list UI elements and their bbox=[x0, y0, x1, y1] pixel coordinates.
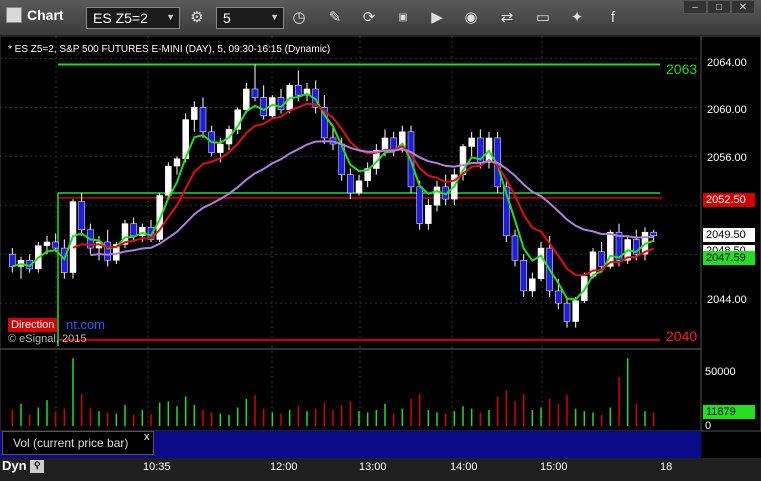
refresh-icon[interactable]: ⟳ bbox=[356, 7, 382, 29]
candle-body bbox=[52, 241, 59, 249]
close-study-icon[interactable]: x bbox=[144, 431, 150, 443]
direction-link[interactable]: nt.com bbox=[66, 317, 105, 332]
twitter-icon[interactable]: ✦ bbox=[564, 7, 590, 29]
candle-body bbox=[295, 85, 302, 96]
price-axis-label: 2064.00 bbox=[707, 57, 747, 69]
price-chart[interactable] bbox=[0, 36, 761, 481]
clock-icon[interactable]: ◷ bbox=[286, 7, 312, 29]
candle-body bbox=[416, 186, 423, 224]
price-badge-red: 2052.50 bbox=[703, 193, 755, 207]
price-badge-last: 2049.50 bbox=[703, 228, 755, 242]
maximize-icon[interactable]: □ bbox=[707, 0, 731, 14]
direction-label: Direction bbox=[8, 318, 58, 332]
close-icon[interactable]: ✕ bbox=[731, 0, 755, 14]
gear-icon[interactable]: ⚙ bbox=[184, 7, 210, 29]
time-axis-label: 14:00 bbox=[450, 461, 478, 473]
candle-body bbox=[511, 235, 519, 261]
price-panel-bg bbox=[0, 36, 702, 432]
candle-body bbox=[650, 231, 657, 237]
candle-body bbox=[468, 137, 475, 147]
candle-body bbox=[251, 88, 259, 98]
candle-body bbox=[191, 107, 198, 120]
time-axis-label: 10:35 bbox=[143, 461, 171, 473]
bottom-line-label: 2040 bbox=[666, 328, 698, 344]
symbol-value: ES Z5=2 bbox=[93, 10, 148, 26]
volume-badge: 11879 bbox=[703, 405, 755, 419]
time-axis-label: 13:00 bbox=[359, 461, 387, 473]
app-title-text: Chart bbox=[27, 7, 64, 23]
price-axis-label: 2060.00 bbox=[707, 104, 747, 116]
time-axis-label: 15:00 bbox=[540, 461, 568, 473]
candle-body bbox=[555, 290, 562, 304]
link-icon[interactable]: ⇄ bbox=[494, 7, 520, 29]
app-title: Chart bbox=[6, 7, 64, 23]
chart-app-icon bbox=[6, 7, 22, 23]
minimize-icon[interactable]: – bbox=[683, 0, 707, 14]
candle-body bbox=[9, 253, 16, 267]
chart-toolbar: Chart ES Z5=2 ▼ ⚙ 5 ▼ ◷ ✎ ⟳ ▣ ▶ ◉ ⇄ ▭ ✦ … bbox=[0, 0, 761, 36]
candle-body bbox=[563, 302, 571, 322]
candle-body bbox=[355, 180, 363, 194]
candle-body bbox=[425, 204, 432, 224]
candle-body bbox=[537, 247, 545, 279]
candle-body bbox=[433, 186, 441, 206]
candle-body bbox=[529, 278, 536, 292]
candle-body bbox=[260, 97, 267, 117]
candle-body bbox=[347, 174, 354, 194]
lock-icon[interactable]: ⚲ bbox=[30, 460, 45, 474]
dynamic-label: Dyn bbox=[2, 458, 27, 473]
candle-body bbox=[173, 158, 181, 167]
interval-dropdown-icon[interactable]: ▼ bbox=[270, 12, 279, 22]
candle-body bbox=[78, 201, 85, 230]
candle-body bbox=[381, 137, 389, 151]
candle-body bbox=[43, 241, 51, 246]
time-axis-label: 12:00 bbox=[270, 461, 298, 473]
candle-body bbox=[598, 251, 605, 267]
symbol-input[interactable]: ES Z5=2 ▼ bbox=[86, 7, 180, 29]
top-line-label: 2063 bbox=[666, 61, 698, 77]
time-axis-label: 18 bbox=[660, 461, 673, 473]
gift-icon[interactable]: ▣ bbox=[390, 7, 416, 29]
symbol-dropdown-icon[interactable]: ▼ bbox=[166, 12, 175, 22]
interval-input[interactable]: 5 ▼ bbox=[216, 7, 284, 29]
dynamic-button[interactable]: Dyn ⚲ bbox=[2, 458, 45, 474]
copyright: © eSignal, 2015 bbox=[8, 333, 87, 345]
eye-icon[interactable]: ◉ bbox=[458, 7, 484, 29]
candle-body bbox=[104, 241, 111, 261]
candle-body bbox=[199, 107, 207, 133]
candle-body bbox=[217, 143, 224, 153]
window-controls: – □ ✕ bbox=[683, 0, 755, 14]
candle-body bbox=[572, 300, 579, 322]
pencil-icon[interactable]: ✎ bbox=[322, 7, 348, 29]
price-badge-green: 2047.59 bbox=[703, 251, 755, 265]
volume-axis-label: 50000 bbox=[705, 366, 736, 378]
candle-body bbox=[520, 260, 527, 292]
play-icon[interactable]: ▶ bbox=[424, 7, 450, 29]
price-axis-label: 2056.00 bbox=[707, 152, 747, 164]
facebook-icon[interactable]: f bbox=[600, 7, 626, 29]
volume-axis-label: 0 bbox=[705, 420, 712, 432]
candle-body bbox=[243, 88, 250, 111]
price-axis-label: 2044.00 bbox=[707, 294, 747, 306]
interval-value: 5 bbox=[223, 10, 231, 26]
candle-body bbox=[165, 165, 172, 196]
candle-body bbox=[130, 223, 137, 237]
comment-icon[interactable]: ▭ bbox=[530, 7, 556, 29]
chart-header: * ES Z5=2, S&P 500 FUTURES E-MINI (DAY),… bbox=[8, 44, 331, 55]
volume-study-label[interactable]: Vol (current price bar) bbox=[2, 431, 154, 455]
